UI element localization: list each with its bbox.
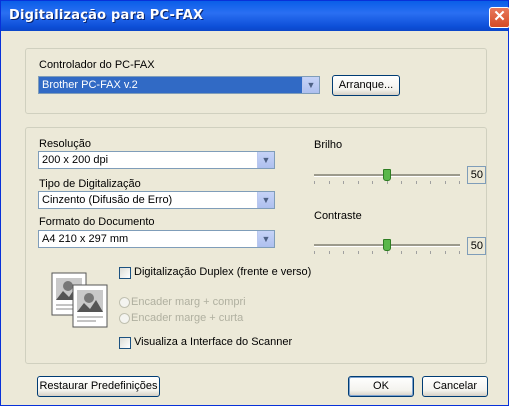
controller-value: Brother PC-FAX v.2 (42, 79, 138, 91)
resolution-label: Resolução (39, 138, 91, 150)
slider-tick (416, 181, 417, 184)
controller-dropdown[interactable]: Brother PC-FAX v.2 (38, 76, 320, 94)
slider-tick (329, 251, 330, 254)
slider-tick (459, 181, 460, 184)
title-bar[interactable]: Digitalização para PC-FAX ✕ (1, 1, 509, 31)
contrast-value: 50 (467, 237, 486, 255)
scan-type-value: Cinzento (Difusão de Erro) (42, 194, 173, 206)
slider-tick (430, 181, 431, 184)
cancel-button[interactable]: Cancelar (422, 376, 488, 397)
resolution-value: 200 x 200 dpi (42, 154, 109, 166)
doc-size-dropdown[interactable]: A4 210 x 297 mm ▼ (38, 230, 275, 248)
slider-tick (387, 181, 388, 184)
ok-button[interactable]: OK (348, 376, 414, 397)
duplex-pages-icon (51, 272, 108, 328)
chevron-down-icon: ▼ (257, 231, 274, 247)
window-title: Digitalização para PC-FAX (9, 8, 204, 23)
scan-type-dropdown[interactable]: Cinzento (Difusão de Erro) ▼ (38, 191, 275, 209)
contrast-label: Contraste (314, 210, 362, 222)
slider-tick (343, 251, 344, 254)
slider-tick (314, 181, 315, 184)
slider-tick (358, 251, 359, 254)
duplex-label: Digitalização Duplex (frente e verso) (134, 266, 312, 278)
slider-tick (416, 251, 417, 254)
scanner-ui-checkbox[interactable] (119, 337, 131, 349)
radio-short-edge-label: Encader marge + curta (131, 312, 244, 324)
brightness-thumb[interactable] (383, 169, 391, 181)
slider-tick (343, 181, 344, 184)
slider-tick (401, 251, 402, 254)
slider-tick (401, 181, 402, 184)
doc-size-label: Formato do Documento (39, 216, 155, 228)
radio-long-edge-label: Encader marg + compri (131, 296, 246, 308)
start-button[interactable]: Arranque... (332, 75, 400, 96)
doc-size-value: A4 210 x 297 mm (42, 233, 129, 245)
slider-tick (358, 181, 359, 184)
resolution-dropdown[interactable]: 200 x 200 dpi ▼ (38, 151, 275, 169)
chevron-down-icon: ▼ (257, 192, 274, 208)
slider-tick (314, 251, 315, 254)
chevron-down-icon: ▼ (257, 152, 274, 168)
controller-label: Controlador do PC-FAX (39, 59, 155, 71)
close-icon[interactable]: ✕ (489, 7, 509, 28)
duplex-checkbox[interactable] (119, 267, 131, 279)
slider-tick (459, 251, 460, 254)
slider-tick (430, 251, 431, 254)
controller-dropdown-arrow[interactable]: ▼ (302, 76, 320, 94)
radio-short-edge[interactable] (119, 313, 130, 324)
slider-tick (329, 181, 330, 184)
scanner-ui-label: Visualiza a Interface do Scanner (134, 336, 293, 348)
slider-tick (372, 181, 373, 184)
brightness-slider[interactable] (314, 167, 460, 187)
slider-tick (445, 181, 446, 184)
radio-long-edge[interactable] (119, 297, 130, 308)
restore-defaults-button[interactable]: Restaurar Predefinições (37, 376, 160, 397)
chevron-down-icon: ▼ (302, 77, 319, 93)
contrast-slider[interactable] (314, 237, 460, 257)
slider-tick (372, 251, 373, 254)
dialog-window: Digitalização para PC-FAX ✕ Controlador … (0, 0, 509, 406)
scan-type-label: Tipo de Digitalização (39, 178, 141, 190)
slider-tick (387, 251, 388, 254)
slider-tick (445, 251, 446, 254)
brightness-value: 50 (467, 166, 486, 184)
brightness-label: Brilho (314, 139, 343, 151)
contrast-thumb[interactable] (383, 239, 391, 251)
